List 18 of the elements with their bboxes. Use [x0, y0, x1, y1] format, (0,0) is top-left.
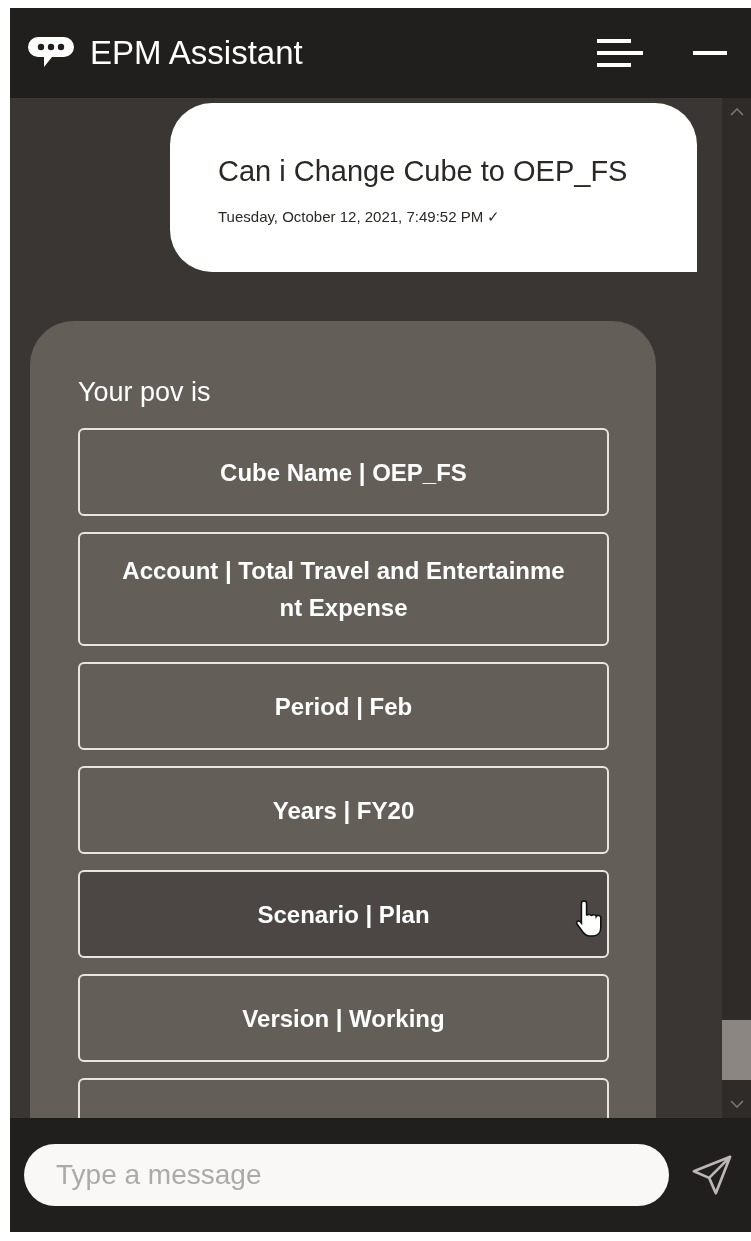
message-timestamp: Tuesday, October 12, 2021, 7:49:52 PM ✓: [218, 208, 502, 226]
scrollbar-thumb[interactable]: [722, 1020, 751, 1080]
pov-option-button[interactable]: Cube Name | OEP_FS: [78, 428, 609, 516]
hand-cursor-icon: [575, 898, 605, 938]
message-text: Your pov is: [78, 377, 212, 408]
window-title: EPM Assistant: [90, 34, 303, 72]
message-input-field[interactable]: Type a message: [24, 1144, 669, 1206]
menu-icon[interactable]: [597, 38, 643, 68]
pov-option-button[interactable]: Account | Total Travel and Entertainment Expense: [78, 532, 609, 646]
pov-option-button[interactable]: Scenario | Plan: [78, 870, 609, 958]
pov-option-button[interactable]: Version | Working: [78, 974, 609, 1062]
scroll-up-icon[interactable]: [729, 108, 744, 116]
pov-option-button[interactable]: Years | FY20: [78, 766, 609, 854]
pov-option-button[interactable]: Period | Feb: [78, 662, 609, 750]
scroll-down-icon[interactable]: [729, 1100, 744, 1108]
send-icon[interactable]: [691, 1154, 733, 1196]
message-text: Can i Change Cube to OEP_FS: [218, 155, 629, 188]
scrollbar[interactable]: [722, 98, 751, 1118]
